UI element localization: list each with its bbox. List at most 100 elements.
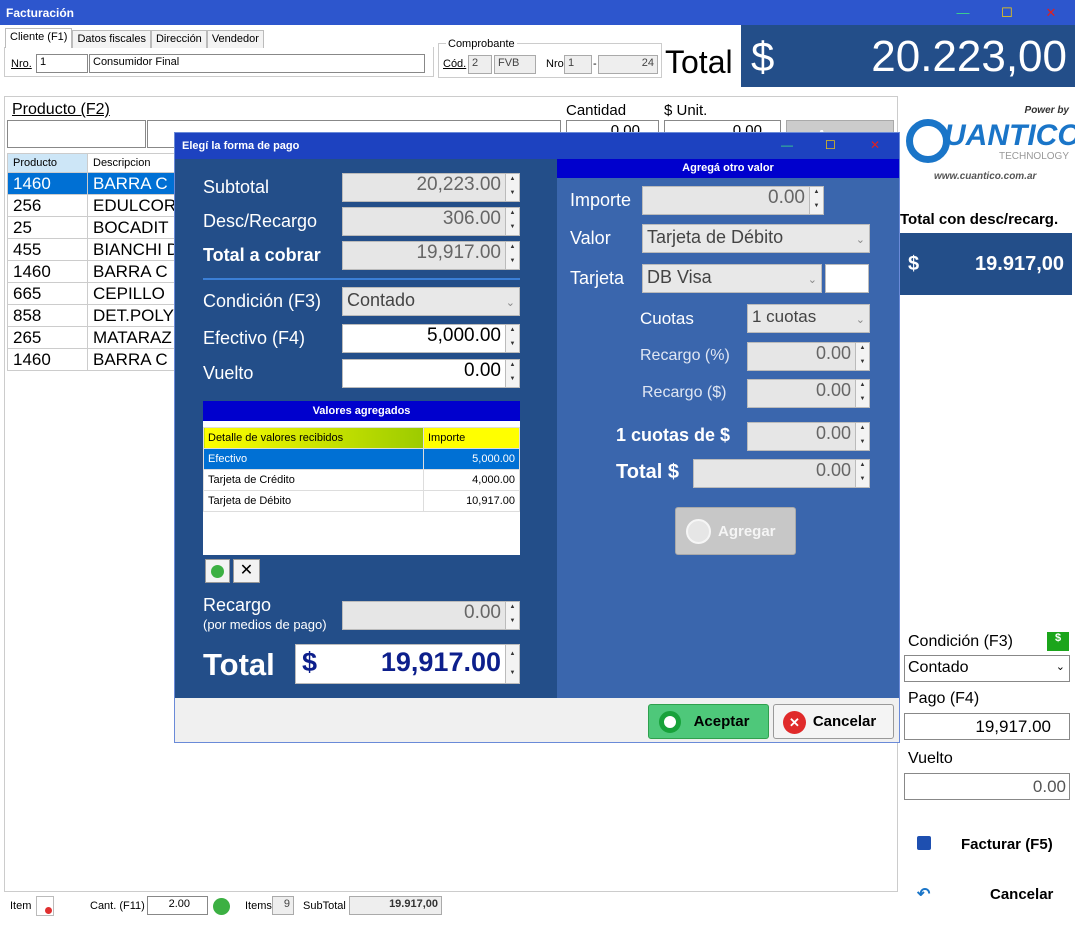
importe-input[interactable]: 0.00 ▲ ▼ <box>642 186 824 215</box>
numero-input[interactable]: 24 <box>598 55 658 74</box>
cod-input[interactable]: 2 <box>468 55 492 74</box>
agregar-button[interactable]: Agregar <box>675 507 796 555</box>
cobrar-input[interactable]: 19,917.00 ▲ ▼ <box>342 241 520 270</box>
cond-select[interactable]: Contado ⌄ <box>342 287 520 316</box>
totalr-input[interactable]: 0.00 ▲ ▼ <box>693 459 870 488</box>
subtotal-spinner[interactable]: ▲ ▼ <box>505 174 519 201</box>
vuelto-spinner[interactable]: ▲ ▼ <box>505 360 519 387</box>
money-icon[interactable]: $ <box>1047 632 1069 651</box>
efectivo-value: 5,000.00 <box>427 325 501 346</box>
efectivo-label: Efectivo (F4) <box>203 328 306 348</box>
cancelar-button[interactable]: ✕ Cancelar <box>773 704 894 739</box>
recpct-spinner[interactable]: ▲ ▼ <box>855 343 869 370</box>
otro-valor-title: Agregá otro valor <box>557 159 899 178</box>
table-row[interactable]: Tarjeta de Débito 10,917.00 <box>203 490 520 512</box>
totalr-spinner[interactable]: ▲ ▼ <box>855 460 869 487</box>
dialog-maximize-button[interactable]: ☐ <box>825 138 836 152</box>
client-name-input[interactable]: Consumidor Final <box>89 54 425 73</box>
side-cancelar-button[interactable]: Cancelar <box>990 886 1053 903</box>
total-currency: $ <box>751 33 775 80</box>
delete-item-icon[interactable] <box>36 896 54 916</box>
maximize-button[interactable]: ☐ <box>986 0 1028 25</box>
valor-importe: 10,917.00 <box>423 490 520 512</box>
grid-header-producto[interactable]: Producto <box>7 153 88 173</box>
tab-datos-fiscales[interactable]: Datos fiscales <box>72 30 151 48</box>
tarjeta-extra-input[interactable] <box>825 264 869 293</box>
grid-cell-code: 256 <box>7 194 88 217</box>
dialog-total-input[interactable]: $ 19,917.00 ▲ ▼ <box>295 644 520 684</box>
recabs-spinner[interactable]: ▲ ▼ <box>855 380 869 407</box>
recabs-input[interactable]: 0.00 ▲ ▼ <box>747 379 870 408</box>
remove-valor-button[interactable]: ✕ <box>233 559 260 583</box>
grid-cell-code: 25 <box>7 216 88 239</box>
nro-label: Nro <box>546 58 564 70</box>
table-row[interactable]: 665 CEPILLO <box>7 282 185 305</box>
dialog-close-button[interactable]: ✕ <box>870 138 880 152</box>
cuotas-select[interactable]: 1 cuotas ⌄ <box>747 304 870 333</box>
brand-logo: Power by UANTICO TECHNOLOGY www.cuantico… <box>900 97 1075 197</box>
product-code-input[interactable] <box>7 120 146 148</box>
table-row[interactable]: 455 BIANCHI D <box>7 238 185 261</box>
confirm-icon[interactable] <box>213 898 230 915</box>
grid-cell-desc: BOCADIT <box>87 216 185 239</box>
side-cond-select[interactable]: Contado ⌄ <box>904 655 1070 682</box>
side-vuelto-input[interactable]: 0.00 <box>904 773 1070 800</box>
table-row[interactable]: 265 MATARAZ <box>7 326 185 349</box>
dialog-minimize-button[interactable]: — <box>781 138 793 152</box>
table-row[interactable]: Efectivo 5,000.00 <box>203 448 520 470</box>
recargo-input[interactable]: 0.00 ▲ ▼ <box>342 601 520 630</box>
side-total-panel: $ 19.917,00 <box>900 233 1072 295</box>
pv-input[interactable]: 1 <box>564 55 592 74</box>
tab-cliente[interactable]: Cliente (F1) <box>5 28 73 48</box>
footer-cant-input[interactable]: 2.00 <box>147 896 208 915</box>
grid-header-descripcion[interactable]: Descripcion <box>87 153 185 173</box>
table-row[interactable]: 25 BOCADIT <box>7 216 185 239</box>
close-button[interactable]: ✕ <box>1030 0 1072 25</box>
importe-spinner[interactable]: ▲ ▼ <box>809 187 823 214</box>
tarjeta-select[interactable]: DB Visa ⌄ <box>642 264 822 293</box>
table-row[interactable]: 256 EDULCOR <box>7 194 185 217</box>
client-nro-input[interactable]: 1 <box>36 54 88 73</box>
side-cond-value: Contado <box>908 659 969 676</box>
subtotal-input[interactable]: 20,223.00 ▲ ▼ <box>342 173 520 202</box>
unit-label: $ Unit. <box>664 102 708 119</box>
vuelto-value: 0.00 <box>464 360 501 381</box>
efectivo-spinner[interactable]: ▲ ▼ <box>505 325 519 352</box>
table-row[interactable]: 858 DET.POLY <box>7 304 185 327</box>
efectivo-input[interactable]: 5,000.00 ▲ ▼ <box>342 324 520 353</box>
tab-vendedor[interactable]: Vendedor <box>206 30 264 48</box>
recargo-sub-label: (por medios de pago) <box>203 617 327 632</box>
tipo-input[interactable]: FVB <box>494 55 536 74</box>
footer-item-label: Item <box>10 900 32 912</box>
tab-direccion[interactable]: Dirección <box>150 30 207 48</box>
desc-spinner[interactable]: ▲ ▼ <box>505 208 519 235</box>
vuelto-input[interactable]: 0.00 ▲ ▼ <box>342 359 520 388</box>
valores-header-detalle[interactable]: Detalle de valores recibidos <box>203 427 424 449</box>
cobrar-spinner[interactable]: ▲ ▼ <box>505 242 519 269</box>
valores-header-importe[interactable]: Importe <box>423 427 520 449</box>
valor-select[interactable]: Tarjeta de Débito ⌄ <box>642 224 870 253</box>
recargo-spinner[interactable]: ▲ ▼ <box>505 602 519 629</box>
minimize-button[interactable]: — <box>942 0 984 25</box>
side-total-value: 19.917,00 <box>975 253 1064 275</box>
table-row[interactable]: Tarjeta de Crédito 4,000.00 <box>203 469 520 491</box>
table-row[interactable]: 1460 BARRA C <box>7 172 185 195</box>
valores-table: Detalle de valores recibidos Importe Efec… <box>203 427 520 512</box>
table-row[interactable]: 1460 BARRA C <box>7 348 185 371</box>
cuotade-input[interactable]: 0.00 ▲ ▼ <box>747 422 870 451</box>
recpct-input[interactable]: 0.00 ▲ ▼ <box>747 342 870 371</box>
add-valor-button[interactable] <box>205 559 230 583</box>
recargo-label: Recargo <box>203 595 272 615</box>
window-title: Facturación <box>6 6 75 20</box>
grid-cell-code: 455 <box>7 238 88 261</box>
qty-label: Cantidad <box>566 102 627 119</box>
table-row[interactable]: 1460 BARRA C <box>7 260 185 283</box>
facturar-button[interactable]: Facturar (F5) <box>961 836 1053 853</box>
side-pago-input[interactable]: 19,917.00 <box>904 713 1070 740</box>
footer-items-value: 9 <box>272 896 294 915</box>
dialog-total-spinner[interactable]: ▲ ▼ <box>505 645 519 683</box>
aceptar-button[interactable]: Aceptar <box>648 704 769 739</box>
desc-input[interactable]: 306.00 ▲ ▼ <box>342 207 520 236</box>
cuotade-spinner[interactable]: ▲ ▼ <box>855 423 869 450</box>
total-panel: $ 20.223,00 <box>741 25 1075 87</box>
